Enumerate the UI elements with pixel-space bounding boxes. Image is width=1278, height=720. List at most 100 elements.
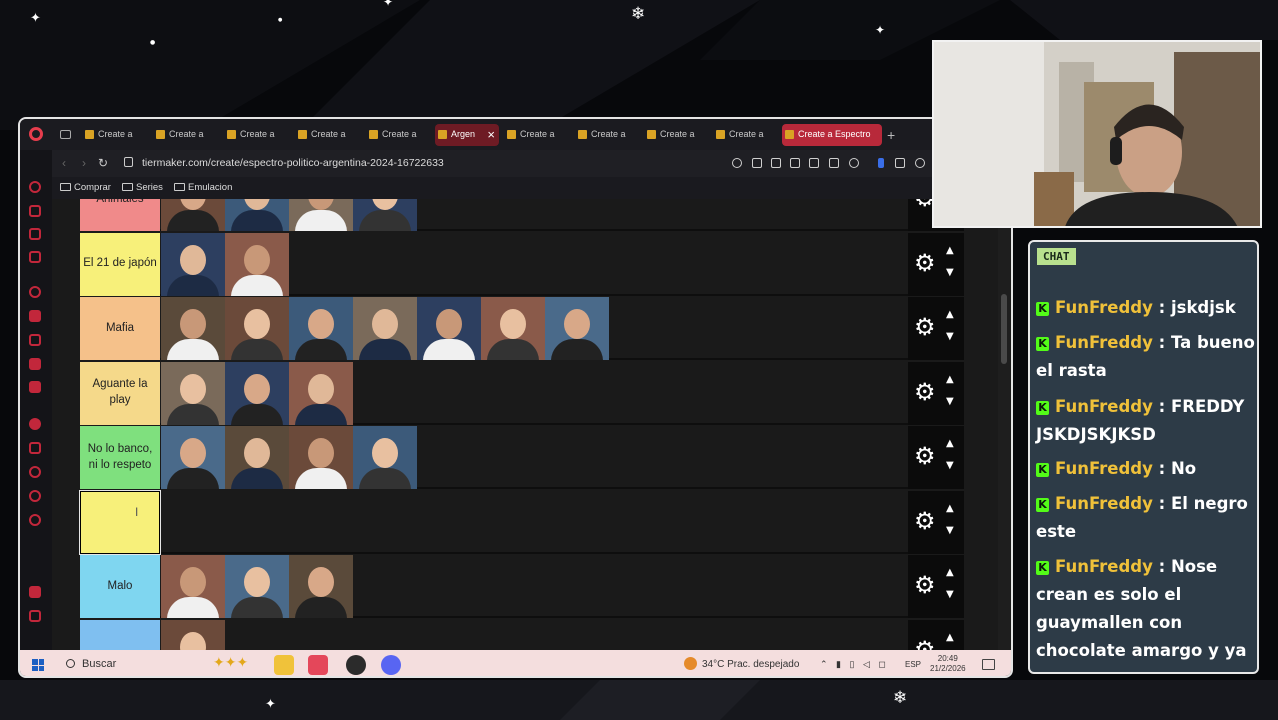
- chevron-up-icon[interactable]: ▲: [946, 374, 954, 385]
- tier-item-photo[interactable]: [289, 297, 353, 360]
- whatsapp-icon[interactable]: [29, 286, 41, 298]
- opera-taskbar-icon[interactable]: [308, 655, 328, 675]
- tier-item-photo[interactable]: [225, 297, 289, 360]
- chevron-up-icon[interactable]: ▲: [946, 503, 954, 514]
- new-tab-icon[interactable]: +: [887, 127, 895, 143]
- obs-taskbar-icon[interactable]: [346, 655, 366, 675]
- tier-item-photo[interactable]: [289, 426, 353, 489]
- chevron-down-icon[interactable]: ▼: [946, 589, 954, 600]
- browser-tab[interactable]: Create a: [82, 124, 140, 146]
- discord-icon[interactable]: [29, 381, 41, 393]
- chevron-up-icon[interactable]: ▲: [946, 309, 954, 320]
- workspace-icon[interactable]: [29, 251, 41, 263]
- url-field[interactable]: tiermaker.com/create/espectro-politico-a…: [142, 157, 444, 169]
- tier-item-photo[interactable]: [161, 426, 225, 489]
- tier-item-photo[interactable]: [161, 361, 225, 425]
- gear-icon[interactable]: ⚙: [914, 638, 936, 651]
- tier-label[interactable]: Malo: [80, 555, 160, 618]
- tier-item-photo[interactable]: [481, 297, 545, 360]
- messenger-icon[interactable]: [29, 228, 41, 240]
- tier-item-photo[interactable]: [225, 232, 289, 296]
- chevron-down-icon[interactable]: ▼: [946, 525, 954, 536]
- telegram-icon[interactable]: [29, 310, 41, 322]
- browser-tab[interactable]: Create a: [644, 124, 702, 146]
- tier-item-photo[interactable]: [545, 297, 609, 360]
- pin-sidebar-icon[interactable]: [29, 586, 41, 598]
- system-tray-icons[interactable]: ⌃ ▮ ▯ ◁ ◻: [820, 659, 889, 670]
- close-tab-icon[interactable]: ×: [487, 127, 495, 142]
- browser-tab-active[interactable]: Argen ×: [435, 124, 499, 146]
- tier-item-photo[interactable]: [161, 232, 225, 296]
- browser-tab[interactable]: Create a: [295, 124, 353, 146]
- tier-item-photo[interactable]: [353, 426, 417, 489]
- tier-label[interactable]: No lo banco, ni lo respeto: [80, 426, 160, 489]
- taskbar-clock[interactable]: 20:49 21/2/2026: [930, 654, 966, 675]
- forward-icon[interactable]: ›: [82, 156, 86, 170]
- gear-icon[interactable]: ⚙: [914, 573, 936, 597]
- tier-item-photo[interactable]: [353, 297, 417, 360]
- x-icon[interactable]: [29, 358, 41, 370]
- bag-icon[interactable]: [29, 205, 41, 217]
- reload-icon[interactable]: ↻: [98, 156, 108, 170]
- opera-logo-icon[interactable]: [29, 127, 43, 141]
- browser-tab[interactable]: Create a: [713, 124, 771, 146]
- tier-item-photo[interactable]: [161, 297, 225, 360]
- tier-item-photo[interactable]: [289, 361, 353, 425]
- player-icon[interactable]: [29, 442, 41, 454]
- gear-icon[interactable]: ⚙: [914, 509, 936, 533]
- chevron-down-icon[interactable]: ▼: [946, 331, 954, 342]
- gear-icon[interactable]: ⚙: [914, 380, 936, 404]
- zoom-icon[interactable]: [732, 158, 742, 168]
- history-icon[interactable]: [29, 181, 41, 193]
- tier-item-photo[interactable]: [289, 199, 353, 231]
- tier-label[interactable]: I: [79, 489, 161, 555]
- tier-item-photo[interactable]: [417, 297, 481, 360]
- tier-item-photo[interactable]: [225, 361, 289, 425]
- tier-item-photo[interactable]: [161, 619, 225, 650]
- tier-item-photo[interactable]: [161, 199, 225, 231]
- pin-icon[interactable]: [752, 158, 762, 168]
- translate-icon[interactable]: [809, 158, 819, 168]
- gear-icon[interactable]: ⚙: [914, 251, 936, 275]
- shield-icon[interactable]: [790, 158, 800, 168]
- chevron-up-icon[interactable]: ▲: [946, 245, 954, 256]
- discord-taskbar-icon[interactable]: [381, 655, 401, 675]
- tier-item-photo[interactable]: [289, 555, 353, 618]
- gear-icon[interactable]: ⚙: [914, 315, 936, 339]
- language-indicator[interactable]: ESP: [905, 660, 921, 669]
- more-icon[interactable]: [29, 610, 41, 622]
- back-icon[interactable]: ‹: [62, 156, 66, 170]
- bookmark-folder[interactable]: Series: [122, 182, 163, 193]
- profile-icon[interactable]: [915, 158, 925, 168]
- tab-overview-icon[interactable]: [60, 130, 71, 139]
- scrollbar-thumb[interactable]: [1001, 294, 1007, 364]
- chevron-up-icon[interactable]: ▲: [946, 632, 954, 643]
- tier-item-photo[interactable]: [353, 199, 417, 231]
- extension-icon[interactable]: [878, 158, 884, 168]
- file-explorer-icon[interactable]: [274, 655, 294, 675]
- music-icon[interactable]: [29, 418, 41, 430]
- gear-icon[interactable]: ⚙: [914, 444, 936, 468]
- chevron-up-icon[interactable]: ▲: [946, 438, 954, 449]
- tier-label[interactable]: Aguante la play: [80, 361, 160, 425]
- browser-tab[interactable]: Create a: [224, 124, 282, 146]
- instagram-icon[interactable]: [29, 334, 41, 346]
- browser-tab[interactable]: Create a: [575, 124, 633, 146]
- notification-icon[interactable]: [982, 659, 995, 670]
- chevron-down-icon[interactable]: ▼: [946, 460, 954, 471]
- tier-item-photo[interactable]: [225, 555, 289, 618]
- cube-sidebar-icon[interactable]: [29, 490, 41, 502]
- tier-item-photo[interactable]: [225, 426, 289, 489]
- tier-label[interactable]: Animales: [80, 199, 160, 231]
- tier-item-photo[interactable]: [225, 199, 289, 231]
- tier-label[interactable]: [80, 619, 160, 650]
- page-scrollbar[interactable]: [998, 199, 1010, 650]
- browser-tab[interactable]: Create a: [153, 124, 211, 146]
- settings-icon[interactable]: [29, 514, 41, 526]
- taskbar-search[interactable]: Buscar: [66, 658, 116, 670]
- chevron-up-icon[interactable]: ▲: [946, 567, 954, 578]
- browser-tab-highlight[interactable]: Create a Espectro: [782, 124, 882, 146]
- browser-tab[interactable]: Create a: [366, 124, 424, 146]
- tier-label[interactable]: Mafia: [80, 297, 160, 360]
- cube-icon[interactable]: [895, 158, 905, 168]
